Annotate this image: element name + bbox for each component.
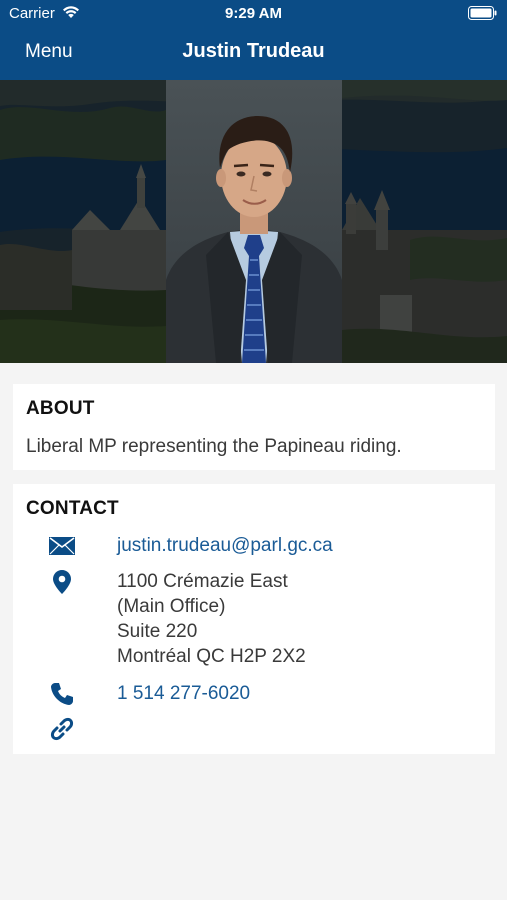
address-block: 1100 Crémazie East (Main Office) Suite 2… <box>117 569 306 669</box>
top-bar: Carrier 9:29 AM Menu Justin Trudeau <box>0 0 507 80</box>
page-title: Justin Trudeau <box>182 40 325 62</box>
address-line-1: 1100 Crémazie East <box>117 571 288 592</box>
contact-card: CONTACT justin.trudeau@parl.gc.ca 1100 C… <box>13 484 495 754</box>
hero-banner <box>0 80 507 363</box>
link-icon[interactable] <box>49 716 75 742</box>
map-pin-icon <box>49 569 75 595</box>
address-line-3: Suite 220 <box>117 621 198 642</box>
status-bar: Carrier 9:29 AM <box>0 0 507 28</box>
phone-link[interactable]: 1 514 277-6020 <box>117 681 250 706</box>
about-card: ABOUT Liberal MP representing the Papine… <box>13 384 495 470</box>
status-time: 9:29 AM <box>225 5 282 22</box>
battery-icon <box>468 6 498 24</box>
contact-heading: CONTACT <box>26 498 119 519</box>
envelope-icon <box>49 533 75 559</box>
address-line-4: Montréal QC H2P 2X2 <box>117 646 306 667</box>
email-link[interactable]: justin.trudeau@parl.gc.ca <box>117 533 333 558</box>
mp-portrait-image <box>166 80 342 363</box>
about-heading: ABOUT <box>26 398 95 419</box>
navigation-bar: Menu Justin Trudeau <box>0 28 507 80</box>
phone-icon <box>49 681 75 707</box>
about-text: Liberal MP representing the Papineau rid… <box>26 436 402 457</box>
address-line-2: (Main Office) <box>117 596 226 617</box>
